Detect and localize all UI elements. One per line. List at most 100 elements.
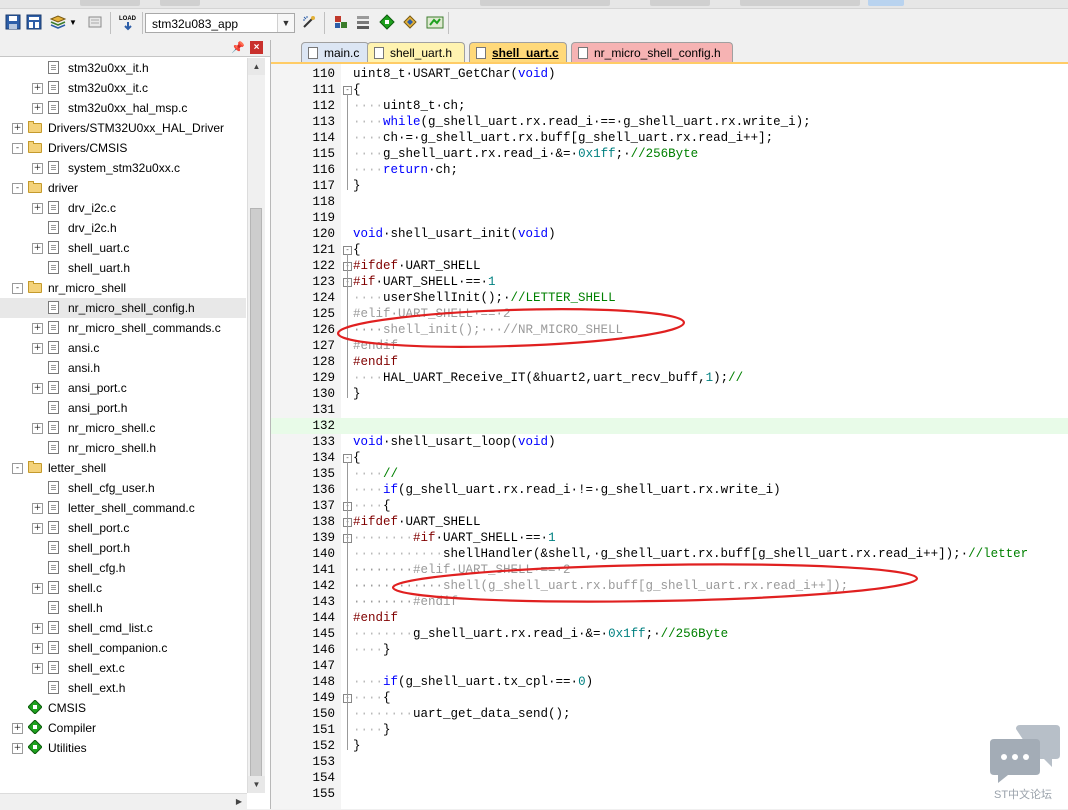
code-line[interactable]: 125 #elif·UART_SHELL·==·2	[271, 306, 1068, 322]
tree-item[interactable]: + Drivers/STM32U0xx_HAL_Driver	[0, 118, 246, 138]
code-line[interactable]: 148 ····if(g_shell_uart.tx_cpl·==·0)	[271, 674, 1068, 690]
code-line[interactable]: 114 ····ch·=·g_shell_uart.rx.buff[g_shell…	[271, 130, 1068, 146]
code-line[interactable]: 124 ····userShellInit();·//LETTER_SHELL	[271, 290, 1068, 306]
tree-item[interactable]: + system_stm32u0xx.c	[0, 158, 246, 178]
scroll-thumb[interactable]	[250, 208, 262, 778]
chevron-down-icon[interactable]: ▼	[277, 14, 294, 32]
expand-icon[interactable]: +	[32, 663, 43, 674]
tree-item[interactable]: shell_cfg.h	[0, 558, 246, 578]
tree-item[interactable]: - driver	[0, 178, 246, 198]
expand-icon[interactable]: +	[32, 623, 43, 634]
tree-item[interactable]: ansi.h	[0, 358, 246, 378]
code-line[interactable]: 120 void·shell_usart_init(void)	[271, 226, 1068, 242]
code-line[interactable]: 121-{	[271, 242, 1068, 258]
code-line[interactable]: 126 ····shell_init();···//NR_MICRO_SHELL	[271, 322, 1068, 338]
tree-item[interactable]: + shell_port.c	[0, 518, 246, 538]
tree-item[interactable]: + drv_i2c.c	[0, 198, 246, 218]
code-line[interactable]: 150 ········uart_get_data_send();	[271, 706, 1068, 722]
save-all-icon[interactable]	[25, 13, 43, 31]
tree-item[interactable]: + shell.c	[0, 578, 246, 598]
target-options-icon[interactable]	[300, 13, 318, 31]
code-line[interactable]: 123- #if·UART_SHELL·==·1	[271, 274, 1068, 290]
code-line[interactable]: 122- #ifdef·UART_SHELL	[271, 258, 1068, 274]
expand-icon[interactable]: +	[12, 123, 23, 134]
code-line[interactable]: 133 void·shell_usart_loop(void)	[271, 434, 1068, 450]
tree-item[interactable]: - Drivers/CMSIS	[0, 138, 246, 158]
collapse-icon[interactable]: -	[12, 183, 23, 194]
code-line[interactable]: 119	[271, 210, 1068, 226]
expand-icon[interactable]: +	[32, 83, 43, 94]
code-line[interactable]: 132	[271, 418, 1068, 434]
code-line[interactable]: 145 ········g_shell_uart.rx.read_i·&=·0x1…	[271, 626, 1068, 642]
target-select[interactable]: stm32u083_app ▼	[145, 13, 295, 33]
expand-icon[interactable]: +	[32, 103, 43, 114]
expand-icon[interactable]: +	[32, 383, 43, 394]
tree-item[interactable]: ansi_port.h	[0, 398, 246, 418]
code-line[interactable]: 135 ····//	[271, 466, 1068, 482]
expand-icon[interactable]: +	[32, 423, 43, 434]
code-editor[interactable]: 110 uint8_t·USART_GetChar(void) 111-{112 ··…	[271, 64, 1068, 809]
tree-item[interactable]: shell_cfg_user.h	[0, 478, 246, 498]
code-line[interactable]: 142 ············shell(g_shell_uart.rx.buf…	[271, 578, 1068, 594]
expand-icon[interactable]: +	[32, 643, 43, 654]
collapse-icon[interactable]: -	[12, 143, 23, 154]
expand-icon[interactable]: +	[32, 583, 43, 594]
expand-icon[interactable]: +	[32, 503, 43, 514]
load-icon[interactable]: LOAD	[117, 13, 139, 31]
pack-installer-icon[interactable]	[426, 13, 444, 31]
code-line[interactable]: 111-{	[271, 82, 1068, 98]
expand-icon[interactable]: +	[32, 243, 43, 254]
tree-vertical-scrollbar[interactable]: ▲ ▼	[247, 58, 265, 793]
scroll-down-icon[interactable]: ▼	[248, 776, 265, 793]
collapse-icon[interactable]: -	[12, 463, 23, 474]
code-line[interactable]: 152}	[271, 738, 1068, 754]
manage-components-icon[interactable]	[354, 13, 372, 31]
code-line[interactable]: 155	[271, 786, 1068, 802]
code-line[interactable]: 149- ····{	[271, 690, 1068, 706]
stack-icon[interactable]	[49, 13, 67, 31]
code-line[interactable]: 110 uint8_t·USART_GetChar(void)	[271, 66, 1068, 82]
tree-item[interactable]: shell_uart.h	[0, 258, 246, 278]
collapse-icon[interactable]: -	[12, 283, 23, 294]
code-line[interactable]: 151 ····}	[271, 722, 1068, 738]
code-line[interactable]: 143 ········#endif	[271, 594, 1068, 610]
tree-item[interactable]: + shell_companion.c	[0, 638, 246, 658]
tree-horizontal-scrollbar[interactable]: ▶	[0, 793, 247, 810]
tree-item[interactable]: + nr_micro_shell.c	[0, 418, 246, 438]
tree-item[interactable]: + letter_shell_command.c	[0, 498, 246, 518]
editor-tab[interactable]: shell_uart.c	[469, 42, 567, 62]
dropdown-arrow-icon[interactable]: ▼	[68, 13, 78, 31]
tree-item[interactable]: nr_micro_shell_config.h	[0, 298, 246, 318]
books-icon[interactable]	[401, 13, 419, 31]
green-diamond-icon[interactable]	[378, 13, 396, 31]
expand-icon[interactable]: +	[32, 163, 43, 174]
code-line[interactable]: 127 #endif	[271, 338, 1068, 354]
tree-item[interactable]: stm32u0xx_it.h	[0, 58, 246, 78]
editor-tab[interactable]: main.c	[301, 42, 369, 62]
tree-item[interactable]: + ansi.c	[0, 338, 246, 358]
editor-tab[interactable]: shell_uart.h	[367, 42, 465, 62]
code-line[interactable]: 140 ············shellHandler(&shell,·g_sh…	[271, 546, 1068, 562]
tree-item[interactable]: + Compiler	[0, 718, 246, 738]
tree-item[interactable]: shell.h	[0, 598, 246, 618]
tree-item[interactable]: + stm32u0xx_hal_msp.c	[0, 98, 246, 118]
tree-item[interactable]: + shell_uart.c	[0, 238, 246, 258]
expand-icon[interactable]: +	[12, 743, 23, 754]
expand-icon[interactable]: +	[32, 323, 43, 334]
code-line[interactable]: 134-{	[271, 450, 1068, 466]
code-line[interactable]: 138- #ifdef·UART_SHELL	[271, 514, 1068, 530]
code-line[interactable]: 115 ····g_shell_uart.rx.read_i·&=·0x1ff;·…	[271, 146, 1068, 162]
code-line[interactable]: 137- ····{	[271, 498, 1068, 514]
magic-wand-icon[interactable]	[332, 13, 350, 31]
scroll-right-icon[interactable]: ▶	[231, 794, 247, 810]
tree-item[interactable]: shell_ext.h	[0, 678, 246, 698]
code-line[interactable]: 113 ····while(g_shell_uart.rx.read_i·==·g…	[271, 114, 1068, 130]
editor-tab[interactable]: nr_micro_shell_config.h	[571, 42, 733, 62]
code-line[interactable]: 144 #endif	[271, 610, 1068, 626]
code-line[interactable]: 146 ····}	[271, 642, 1068, 658]
expand-icon[interactable]: +	[32, 203, 43, 214]
code-line[interactable]: 129 ····HAL_UART_Receive_IT(&huart2,uart_…	[271, 370, 1068, 386]
code-line[interactable]: 154	[271, 770, 1068, 786]
expand-icon[interactable]: +	[12, 723, 23, 734]
tree-item[interactable]: + stm32u0xx_it.c	[0, 78, 246, 98]
